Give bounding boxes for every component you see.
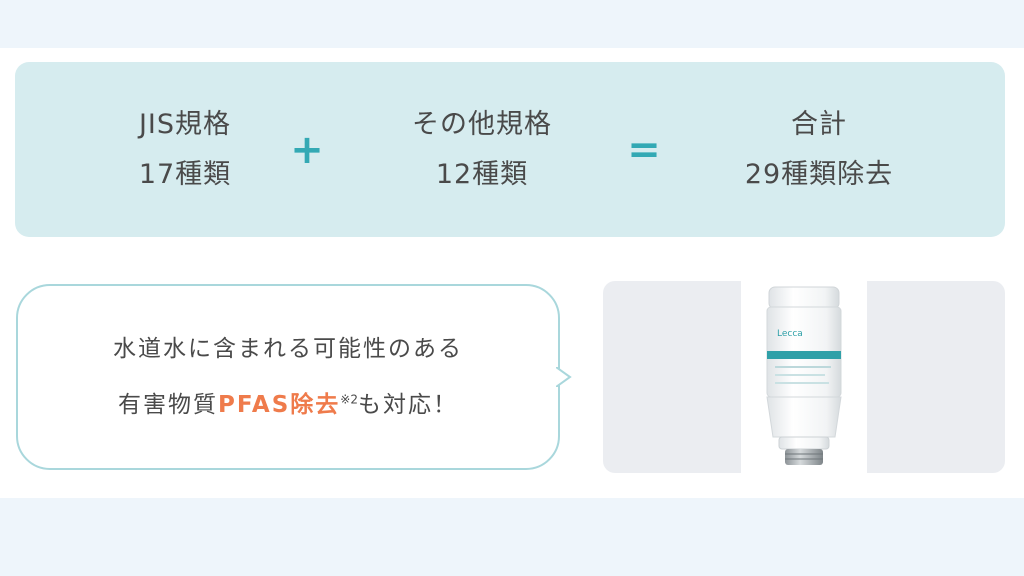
equals-sign: = [627,126,661,173]
plus-sign: + [290,126,324,173]
pfas-message-line1: 水道水に含まれる可能性のある [113,336,463,362]
pfas-message: 水道水に含まれる可能性のある 有害物質PFAS除去※2も対応！ [18,284,558,470]
jis-standard-value: 17種類 [138,158,232,190]
total-count: 合計 29種類除去 [689,62,949,237]
jis-standard-count: JIS規格 17種類 [55,62,315,237]
pfas-message-suffix: も対応！ [358,392,458,418]
other-standard-count: その他規格 12種類 [352,62,612,237]
pfas-removal-highlight: PFAS除去 [218,392,341,418]
product-photo: Lecca [741,281,867,473]
water-filter-cartridge-icon: Lecca [766,286,842,465]
other-standard-value: 12種類 [435,158,529,190]
total-value: 29種類除去 [744,158,894,190]
removal-summary-box: JIS規格 17種類 + その他規格 12種類 = 合計 29種類除去 [15,62,1005,237]
jis-standard-label: JIS規格 [138,108,232,140]
other-standard-label: その他規格 [412,108,552,140]
speech-bubble-tail [556,367,572,387]
product-image-panel: Lecca [603,281,1005,473]
pfas-message-line2: 有害物質PFAS除去※2も対応！ [118,377,458,433]
brand-label: Lecca [777,329,803,339]
total-label: 合計 [791,108,847,140]
pfas-message-prefix: 有害物質 [118,392,218,418]
footnote-marker: ※2 [340,392,358,407]
